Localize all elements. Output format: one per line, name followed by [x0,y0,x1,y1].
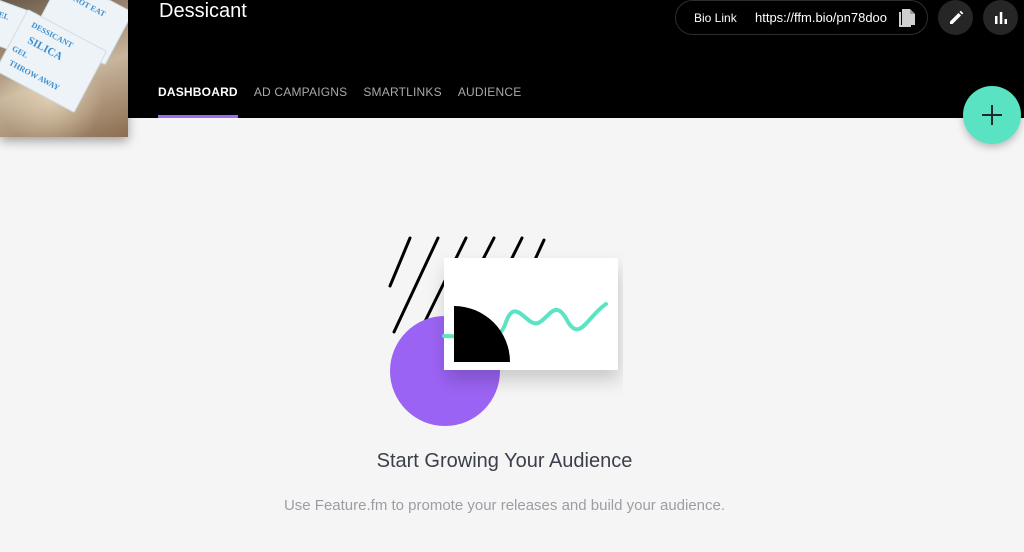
edit-button[interactable] [938,0,973,35]
bio-link-url[interactable]: https://ffm.bio/pn78doo [755,10,889,25]
bio-link-pill: Bio Link https://ffm.bio/pn78doo [675,0,928,35]
artwork-packet-text: DO NOT EAT [59,0,108,19]
tab-ad-campaigns[interactable]: AD CAMPAIGNS [254,85,348,118]
copy-icon[interactable] [898,7,918,29]
tab-audience[interactable]: AUDIENCE [458,85,522,118]
add-button[interactable] [963,86,1021,144]
plus-icon [982,105,1002,125]
pencil-icon [949,10,963,24]
bio-link-label: Bio Link [694,11,737,25]
bar-chart-icon [994,11,1007,24]
tab-dashboard[interactable]: DASHBOARD [158,85,238,118]
artist-artwork[interactable]: GEL DO NOT EAT DESSICANT SILICA GEL THRO… [0,0,128,137]
empty-state-title: Start Growing Your Audience [376,450,633,472]
empty-state-subtitle: Use Feature.fm to promote your releases … [283,497,726,514]
artist-name: Dessicant [159,0,247,22]
top-header: GEL DO NOT EAT DESSICANT SILICA GEL THRO… [0,0,1024,137]
artwork-packet-text: GEL [0,7,11,22]
main-tabs: DASHBOARD AD CAMPAIGNS SMARTLINKS AUDIEN… [158,85,537,118]
stats-button[interactable] [983,0,1018,35]
tab-smartlinks[interactable]: SMARTLINKS [363,85,441,118]
empty-state-illustration [388,236,618,426]
